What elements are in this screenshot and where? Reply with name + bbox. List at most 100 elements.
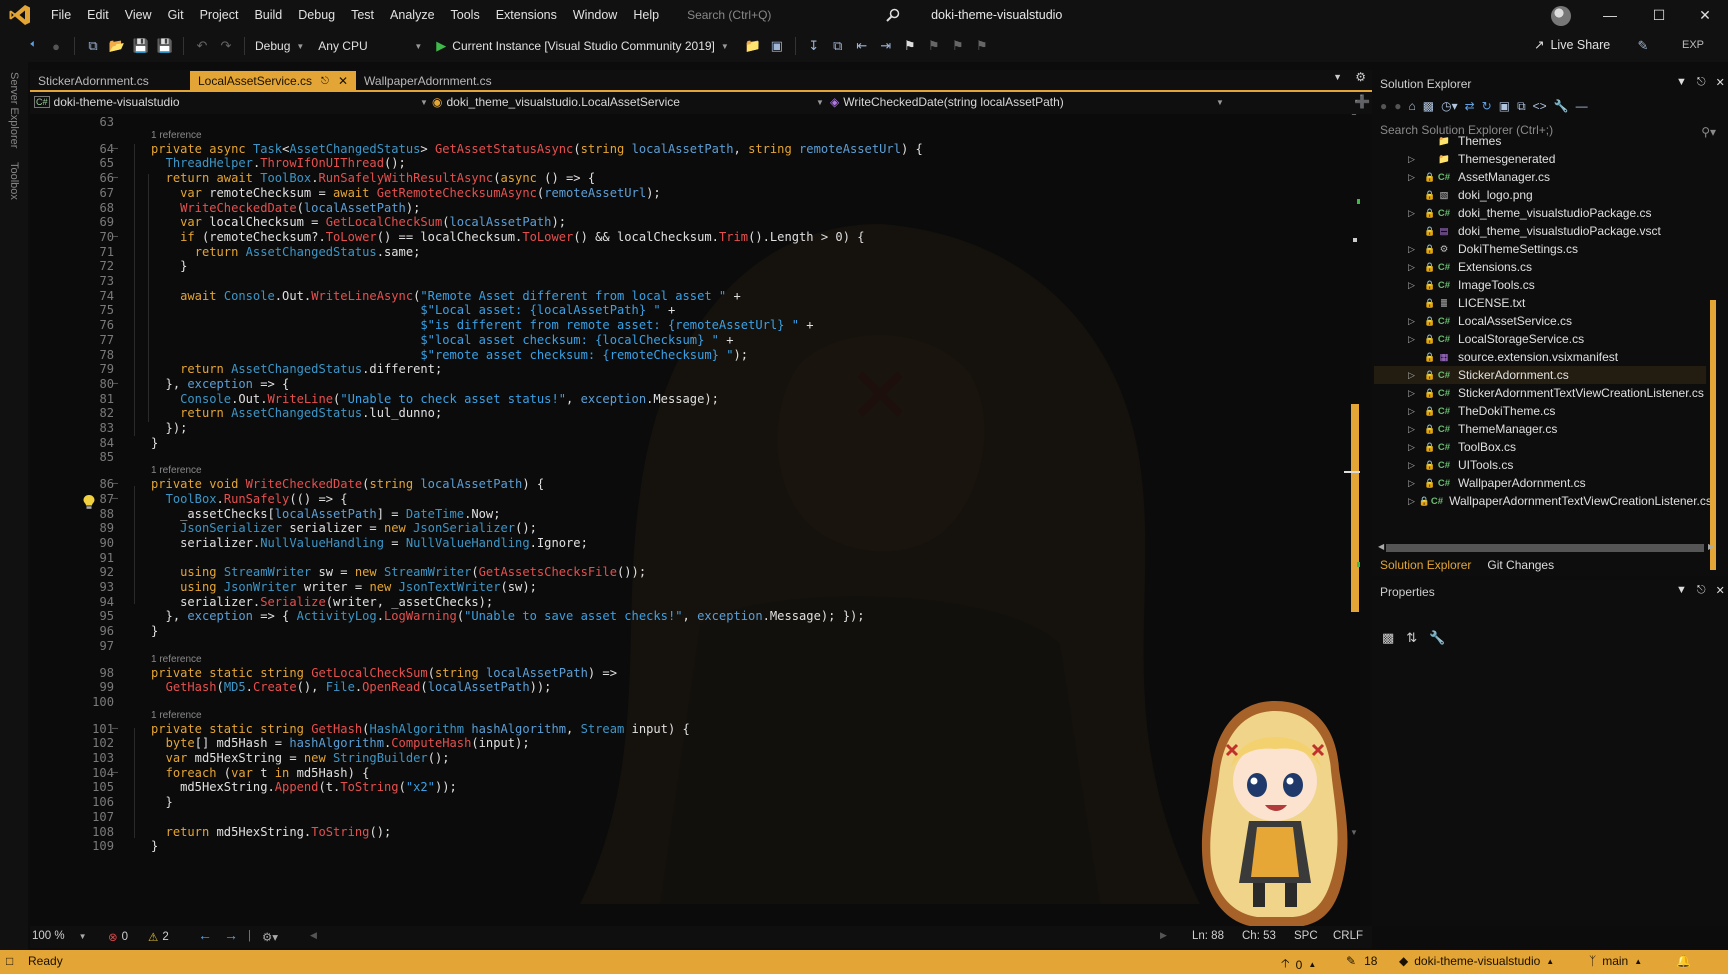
open-file-icon[interactable]: 📂: [107, 36, 127, 56]
menu-window[interactable]: Window: [565, 0, 625, 30]
solution-tree-item[interactable]: ▷ 🔒 C# doki_theme_visualstudioPackage.cs: [1374, 204, 1706, 222]
profile-avatar[interactable]: [1551, 6, 1571, 26]
copy-icon[interactable]: ⧉: [828, 36, 848, 56]
solution-tree-item[interactable]: ▷ 📁 Themesgenerated: [1374, 150, 1706, 168]
back-icon[interactable]: ●: [1380, 99, 1387, 113]
code-line[interactable]: 102 byte[] md5Hash = hashAlgorithm.Compu…: [30, 735, 1350, 751]
wrench-icon[interactable]: 🔧: [1554, 99, 1569, 113]
scroll-left-icon[interactable]: ◀: [1378, 542, 1384, 551]
solution-tree-item[interactable]: ▷ 🔒 C# WallpaperAdornmentTextViewCreationLi…: [1374, 492, 1712, 510]
fold-toggle-icon[interactable]: —: [112, 765, 118, 781]
zoom-dropdown[interactable]: 100 % ▼: [32, 930, 87, 942]
toolbox-tab[interactable]: Toolbox: [8, 162, 20, 200]
code-line[interactable]: 106 }: [30, 794, 1350, 810]
code-line[interactable]: 108 return md5HexString.ToString();: [30, 824, 1350, 840]
expand-arrow-icon[interactable]: ▷: [1408, 478, 1420, 489]
solution-tree-item[interactable]: ▷ 🔒 C# ToolBox.cs: [1374, 438, 1706, 456]
menu-debug[interactable]: Debug: [290, 0, 343, 30]
code-line[interactable]: 99 GetHash(MD5.Create(), File.OpenRead(l…: [30, 679, 1350, 695]
code-line[interactable]: 94 serializer.Serialize(writer, _assetCh…: [30, 594, 1350, 610]
expand-arrow-icon[interactable]: ▷: [1408, 154, 1420, 165]
panel-menu-icon[interactable]: ▼: [1676, 584, 1687, 597]
solution-tree-item[interactable]: ▷ 🔒 ⚙ DokiThemeSettings.cs: [1374, 240, 1706, 258]
solution-tree-item[interactable]: ▷ 🔒 C# WallpaperAdornment.cs: [1374, 474, 1706, 492]
menu-tools[interactable]: Tools: [443, 0, 488, 30]
tab-sticker-adornment[interactable]: StickerAdornment.cs: [30, 71, 190, 91]
new-project-icon[interactable]: ⧉: [83, 36, 103, 56]
tab-solution-explorer[interactable]: Solution Explorer: [1372, 558, 1479, 572]
code-line[interactable]: 103 var md5HexString = new StringBuilder…: [30, 750, 1350, 766]
code-line[interactable]: 73: [30, 273, 1350, 289]
pin-icon[interactable]: ⎋: [1697, 76, 1706, 89]
code-line[interactable]: 63: [30, 114, 1350, 130]
errors-indicator[interactable]: ⊗ 0: [108, 930, 128, 944]
solution-tree-item[interactable]: ▷ 🔒 C# ThemeManager.cs: [1374, 420, 1706, 438]
code-line[interactable]: 81 Console.Out.WriteLine("Unable to chec…: [30, 391, 1350, 407]
codelens-references[interactable]: 1 reference: [151, 710, 202, 721]
expand-arrow-icon[interactable]: ▷: [1408, 316, 1420, 327]
scroll-right-icon[interactable]: ▶: [1160, 930, 1167, 941]
member-dropdown[interactable]: ◈ WriteCheckedDate(string localAssetPath…: [830, 95, 1226, 109]
bookmark-clear-icon[interactable]: ⚑: [972, 36, 992, 56]
split-editor-icon[interactable]: ➕: [1354, 94, 1370, 110]
code-line[interactable]: 85: [30, 449, 1350, 465]
bookmark-prev-icon[interactable]: ⚑: [924, 36, 944, 56]
wrench-icon[interactable]: 🔧: [1429, 630, 1445, 646]
fold-toggle-icon[interactable]: —: [112, 170, 118, 186]
next-issue-icon[interactable]: →: [224, 927, 238, 943]
warnings-indicator[interactable]: ⚠ 2: [148, 930, 169, 944]
tab-git-changes[interactable]: Git Changes: [1479, 558, 1562, 572]
code-line[interactable]: 97: [30, 638, 1350, 654]
menu-view[interactable]: View: [117, 0, 160, 30]
expand-arrow-icon[interactable]: ▷: [1408, 496, 1415, 507]
codelens-references[interactable]: 1 reference: [151, 654, 202, 665]
code-line[interactable]: 95 }, exception => { ActivityLog.LogWarn…: [30, 608, 1350, 624]
line-endings[interactable]: CRLF: [1333, 930, 1363, 942]
code-line[interactable]: 92 using StreamWriter sw = new StreamWri…: [30, 564, 1350, 580]
minimize-button[interactable]: —: [1587, 0, 1633, 30]
close-panel-icon[interactable]: ✕: [1716, 76, 1725, 89]
code-cleanup-icon[interactable]: ⚙▾: [262, 930, 278, 944]
indent-icon[interactable]: ⇥: [876, 36, 896, 56]
server-explorer-tab[interactable]: Server Explorer: [8, 72, 20, 148]
code-line[interactable]: 76 $"is different from remote asset: {re…: [30, 317, 1350, 333]
code-line[interactable]: 91: [30, 550, 1350, 566]
notifications-bell-icon[interactable]: 🔔: [1676, 954, 1691, 968]
close-tab-icon[interactable]: ✕: [338, 74, 348, 88]
outdent-icon[interactable]: ⇤: [852, 36, 872, 56]
code-line[interactable]: 72 }: [30, 258, 1350, 274]
menu-help[interactable]: Help: [625, 0, 667, 30]
solution-tree-item[interactable]: ▷ 🔒 C# StickerAdornment.cs: [1374, 366, 1706, 384]
pin-icon[interactable]: ⎋: [321, 76, 329, 87]
code-line[interactable]: 69 var localChecksum = GetLocalCheckSum(…: [30, 214, 1350, 230]
forward-icon[interactable]: ●: [1394, 99, 1401, 113]
code-line[interactable]: 75 $"Local asset: {localAssetPath} " +: [30, 302, 1350, 318]
solution-tree-item[interactable]: ▷ 🔒 C# ImageTools.cs: [1374, 276, 1706, 294]
codelens-references[interactable]: 1 reference: [151, 130, 202, 141]
previous-issue-icon[interactable]: ←: [198, 927, 212, 943]
code-line[interactable]: 77 $"local asset checksum: {localChecksu…: [30, 332, 1350, 348]
code-line[interactable]: 83 });: [30, 420, 1350, 436]
code-line[interactable]: 71 return AssetChangedStatus.same;: [30, 244, 1350, 260]
solution-tree-item[interactable]: ▷ 🔒 C# UITools.cs: [1374, 456, 1706, 474]
bookmark-next-icon[interactable]: ⚑: [948, 36, 968, 56]
solution-vertical-scrollbar[interactable]: [1708, 140, 1718, 570]
solution-tree-item[interactable]: ▷ 🔒 C# LocalStorageService.cs: [1374, 330, 1706, 348]
home-icon[interactable]: ⌂: [1409, 99, 1416, 113]
code-line[interactable]: 89 JsonSerializer serializer = new JsonS…: [30, 520, 1350, 536]
code-line[interactable]: 79 return AssetChangedStatus.different;: [30, 361, 1350, 377]
solution-tree-item[interactable]: 🔒 ▤ doki_theme_visualstudioPackage.vsct: [1374, 222, 1706, 240]
code-line[interactable]: 74 await Console.Out.WriteLineAsync("Rem…: [30, 288, 1350, 304]
switch-views-icon[interactable]: ▩: [1423, 99, 1434, 113]
fold-toggle-icon[interactable]: —: [112, 229, 118, 245]
code-line[interactable]: 65 ThreadHelper.ThrowIfOnUIThread();: [30, 155, 1350, 171]
categorized-icon[interactable]: ▩: [1382, 630, 1394, 646]
code-line[interactable]: 70— if (remoteChecksum?.ToLower() == loc…: [30, 229, 1350, 245]
close-window-button[interactable]: ✕: [1682, 0, 1728, 30]
code-line[interactable]: 100: [30, 694, 1350, 710]
code-line[interactable]: 68 WriteCheckedDate(localAssetPath);: [30, 200, 1350, 216]
solution-tree-item[interactable]: 📁 Themes: [1374, 132, 1706, 150]
solution-tree-item[interactable]: ▷ 🔒 C# TheDokiTheme.cs: [1374, 402, 1706, 420]
menu-edit[interactable]: Edit: [79, 0, 117, 30]
expand-arrow-icon[interactable]: ▷: [1408, 460, 1420, 471]
